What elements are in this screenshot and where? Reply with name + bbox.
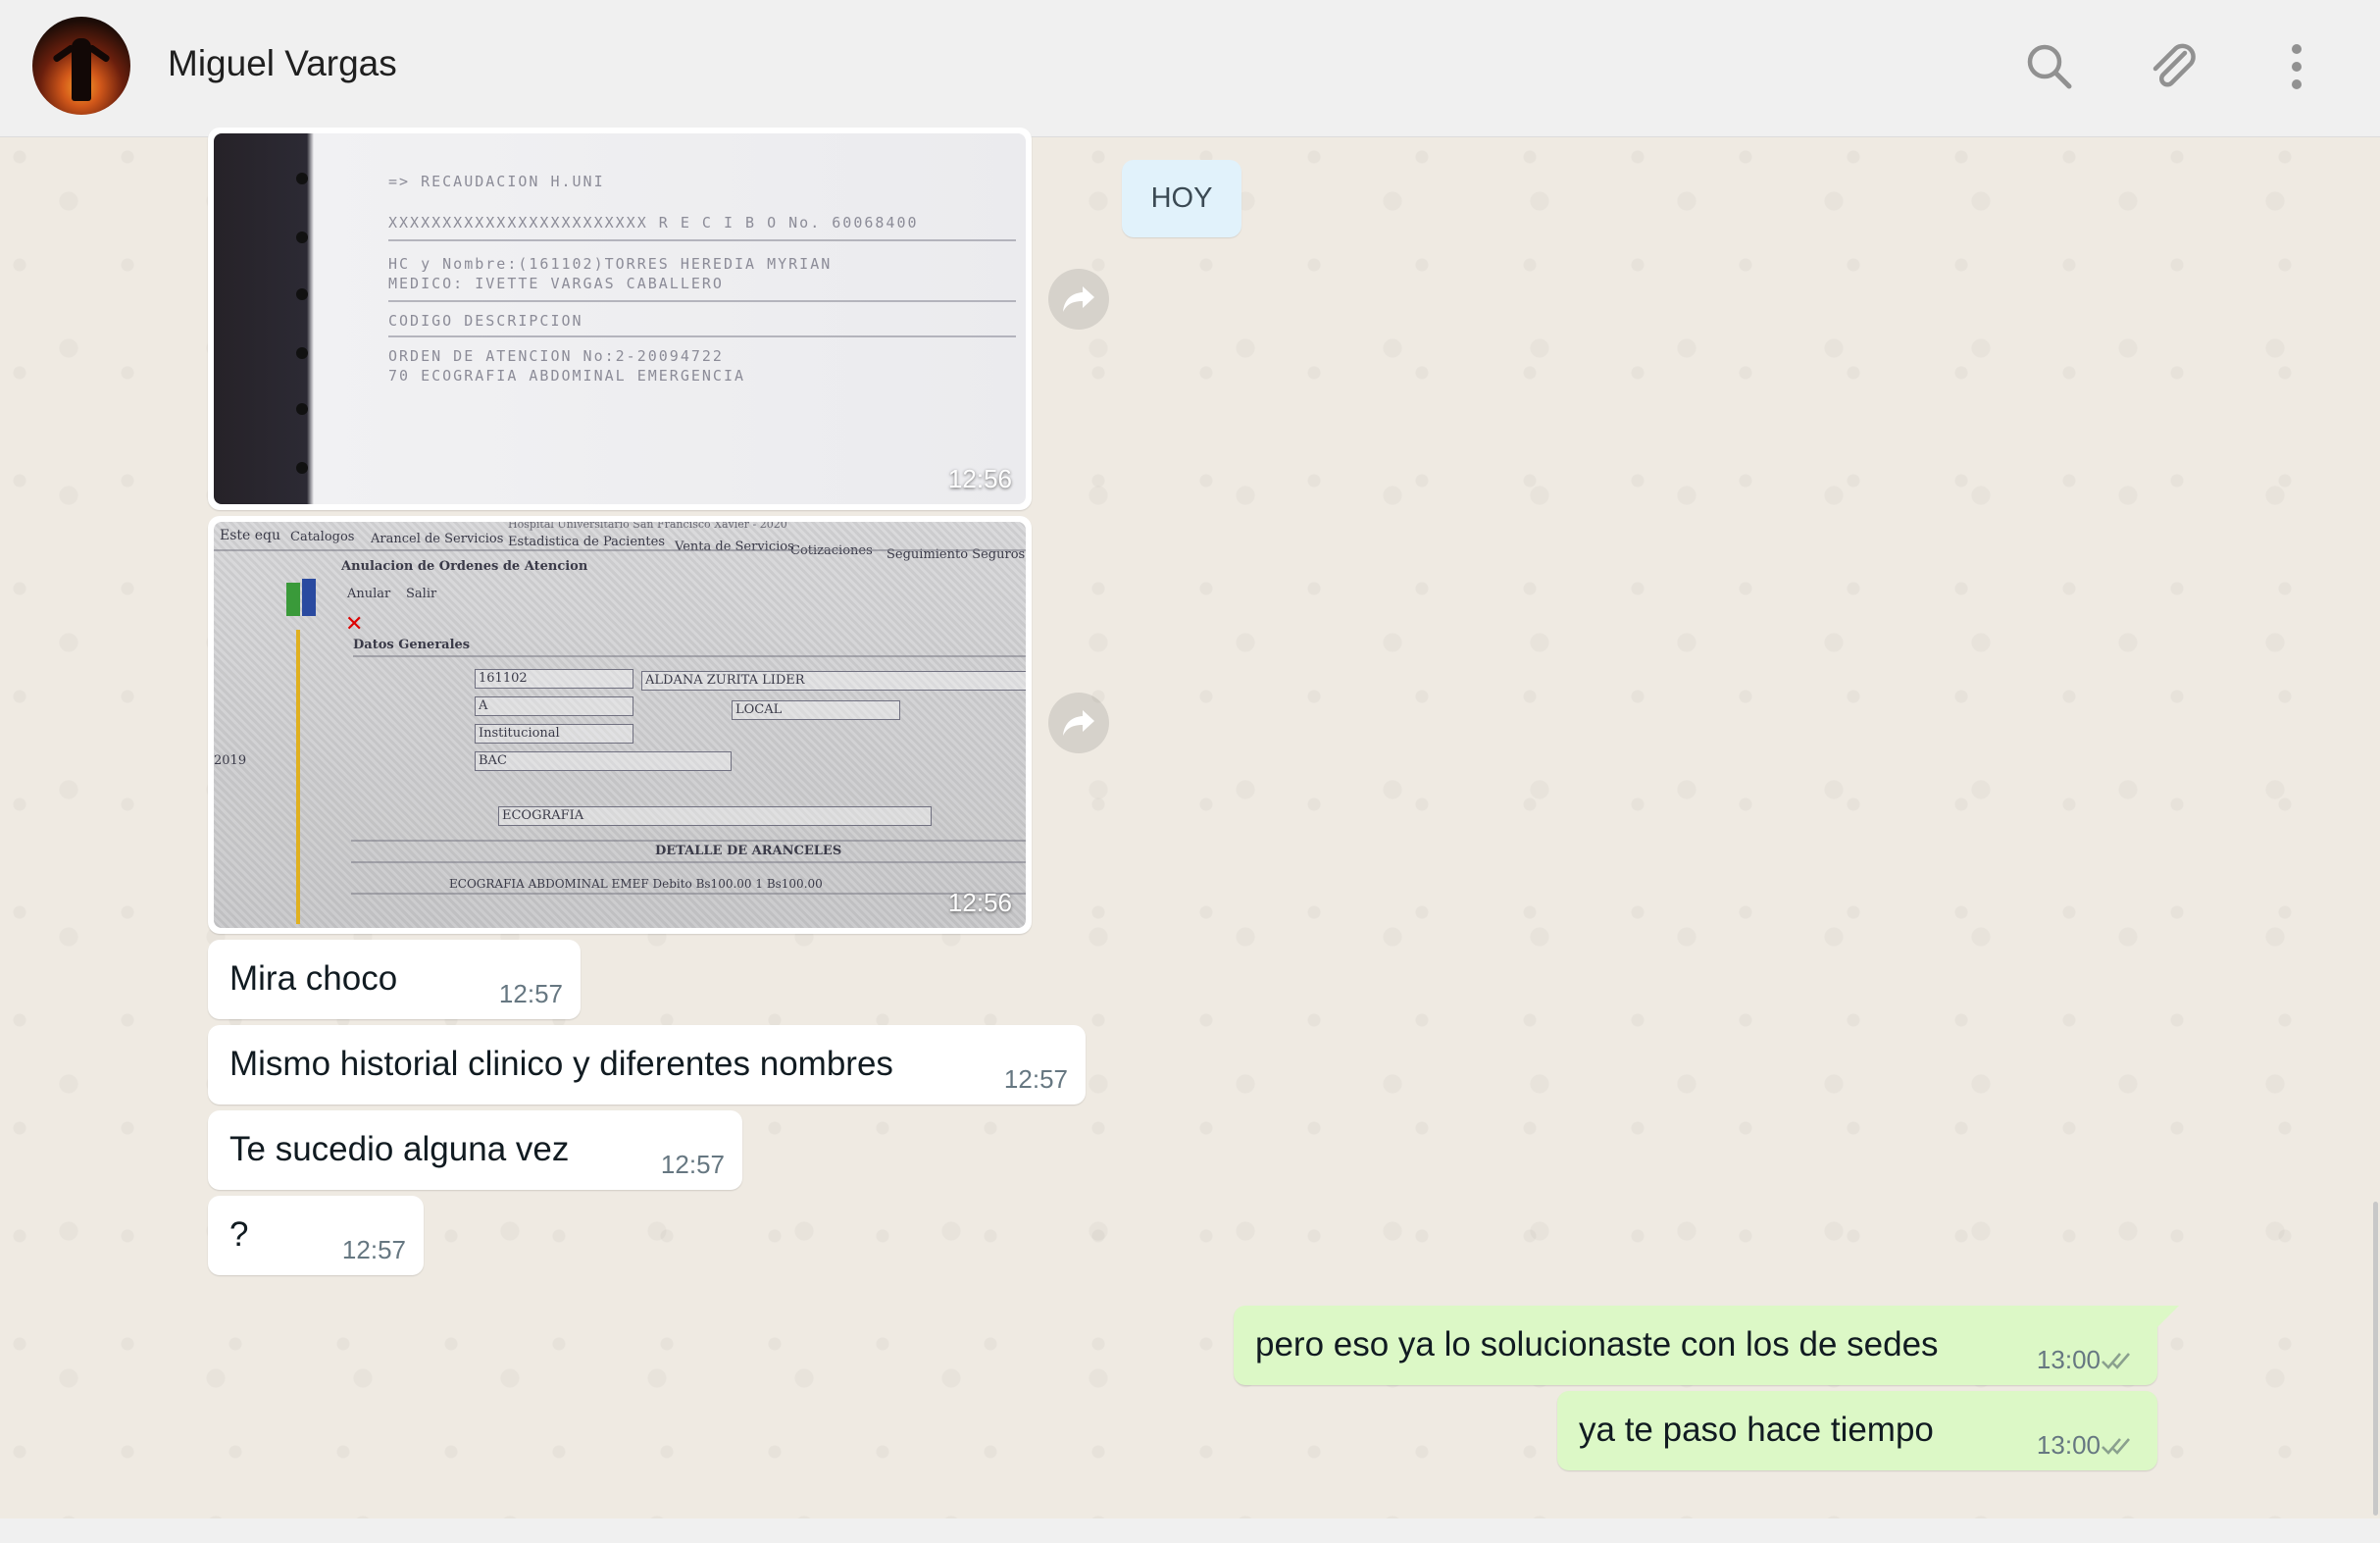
forward-icon: [1063, 710, 1094, 736]
message-text: Te sucedio alguna vez: [229, 1130, 570, 1168]
receipt-photo[interactable]: => RECAUDACION H.UNI XXXXXXXXXXXXXXXXXXX…: [214, 133, 1026, 504]
image-message-screen[interactable]: Este equ Catalogos Arancel de Servicios …: [208, 516, 1032, 934]
contact-avatar[interactable]: [32, 17, 130, 115]
forward-button[interactable]: [1048, 693, 1109, 753]
message-text: ya te paso hace tiempo: [1579, 1411, 1934, 1449]
message-time: 12:57: [660, 1150, 725, 1179]
receipt-line: HC y Nombre:(161102)TORRES HEREDIA MYRIA…: [388, 255, 833, 273]
image-message-receipt[interactable]: => RECAUDACION H.UNI XXXXXXXXXXXXXXXXXXX…: [208, 128, 1032, 510]
message-text: Mira choco: [229, 959, 398, 998]
screen-photo[interactable]: Este equ Catalogos Arancel de Servicios …: [214, 522, 1026, 928]
message-incoming[interactable]: ? 12:57: [208, 1196, 424, 1275]
message-text: ?: [229, 1215, 249, 1254]
bubble-tail: [2157, 1306, 2179, 1327]
message-text: pero eso ya lo solucionaste con los de s…: [1255, 1325, 1939, 1363]
chat-header: Miguel Vargas: [0, 0, 2380, 137]
receipt-line: 70 ECOGRAFIA ABDOMINAL EMERGENCIA: [388, 367, 746, 385]
attach-icon[interactable]: [2146, 39, 2201, 94]
forward-button[interactable]: [1048, 269, 1109, 330]
message-text: Mismo historial clinico y diferentes nom…: [229, 1045, 893, 1083]
chat-scrollbar[interactable]: [2373, 1202, 2378, 1516]
message-incoming[interactable]: Mismo historial clinico y diferentes nom…: [208, 1025, 1086, 1105]
double-check-icon: [2101, 1353, 2130, 1369]
receipt-line: ORDEN DE ATENCION No:2-20094722: [388, 347, 724, 365]
message-incoming[interactable]: Mira choco 12:57: [208, 940, 581, 1019]
message-time: 13:00: [2036, 1430, 2101, 1460]
receipt-line: MEDICO: IVETTE VARGAS CABALLERO: [388, 275, 724, 292]
message-time: 12:57: [341, 1235, 406, 1264]
message-time: 12:57: [1003, 1064, 1068, 1094]
forward-icon: [1063, 286, 1094, 312]
receipt-line: XXXXXXXXXXXXXXXXXXXXXXXX R E C I B O No.…: [388, 214, 919, 231]
receipt-line: => RECAUDACION H.UNI: [388, 173, 605, 190]
date-chip: HOY: [1122, 160, 1241, 237]
menu-icon[interactable]: [2269, 39, 2324, 94]
message-incoming[interactable]: Te sucedio alguna vez 12:57: [208, 1110, 742, 1190]
search-icon[interactable]: [2022, 39, 2077, 94]
receipt-line: CODIGO DESCRIPCION: [388, 312, 583, 330]
message-outgoing[interactable]: ya te paso hace tiempo 13:00: [1557, 1391, 2157, 1470]
footer-bar: [0, 1518, 2380, 1543]
contact-name[interactable]: Miguel Vargas: [168, 43, 397, 84]
message-time: 12:57: [498, 979, 563, 1008]
message-time: 13:00: [2036, 1345, 2101, 1374]
message-time: 12:56: [947, 888, 1012, 917]
message-time: 12:56: [947, 464, 1012, 493]
double-check-icon: [2101, 1438, 2130, 1455]
message-outgoing[interactable]: pero eso ya lo solucionaste con los de s…: [1234, 1306, 2157, 1385]
